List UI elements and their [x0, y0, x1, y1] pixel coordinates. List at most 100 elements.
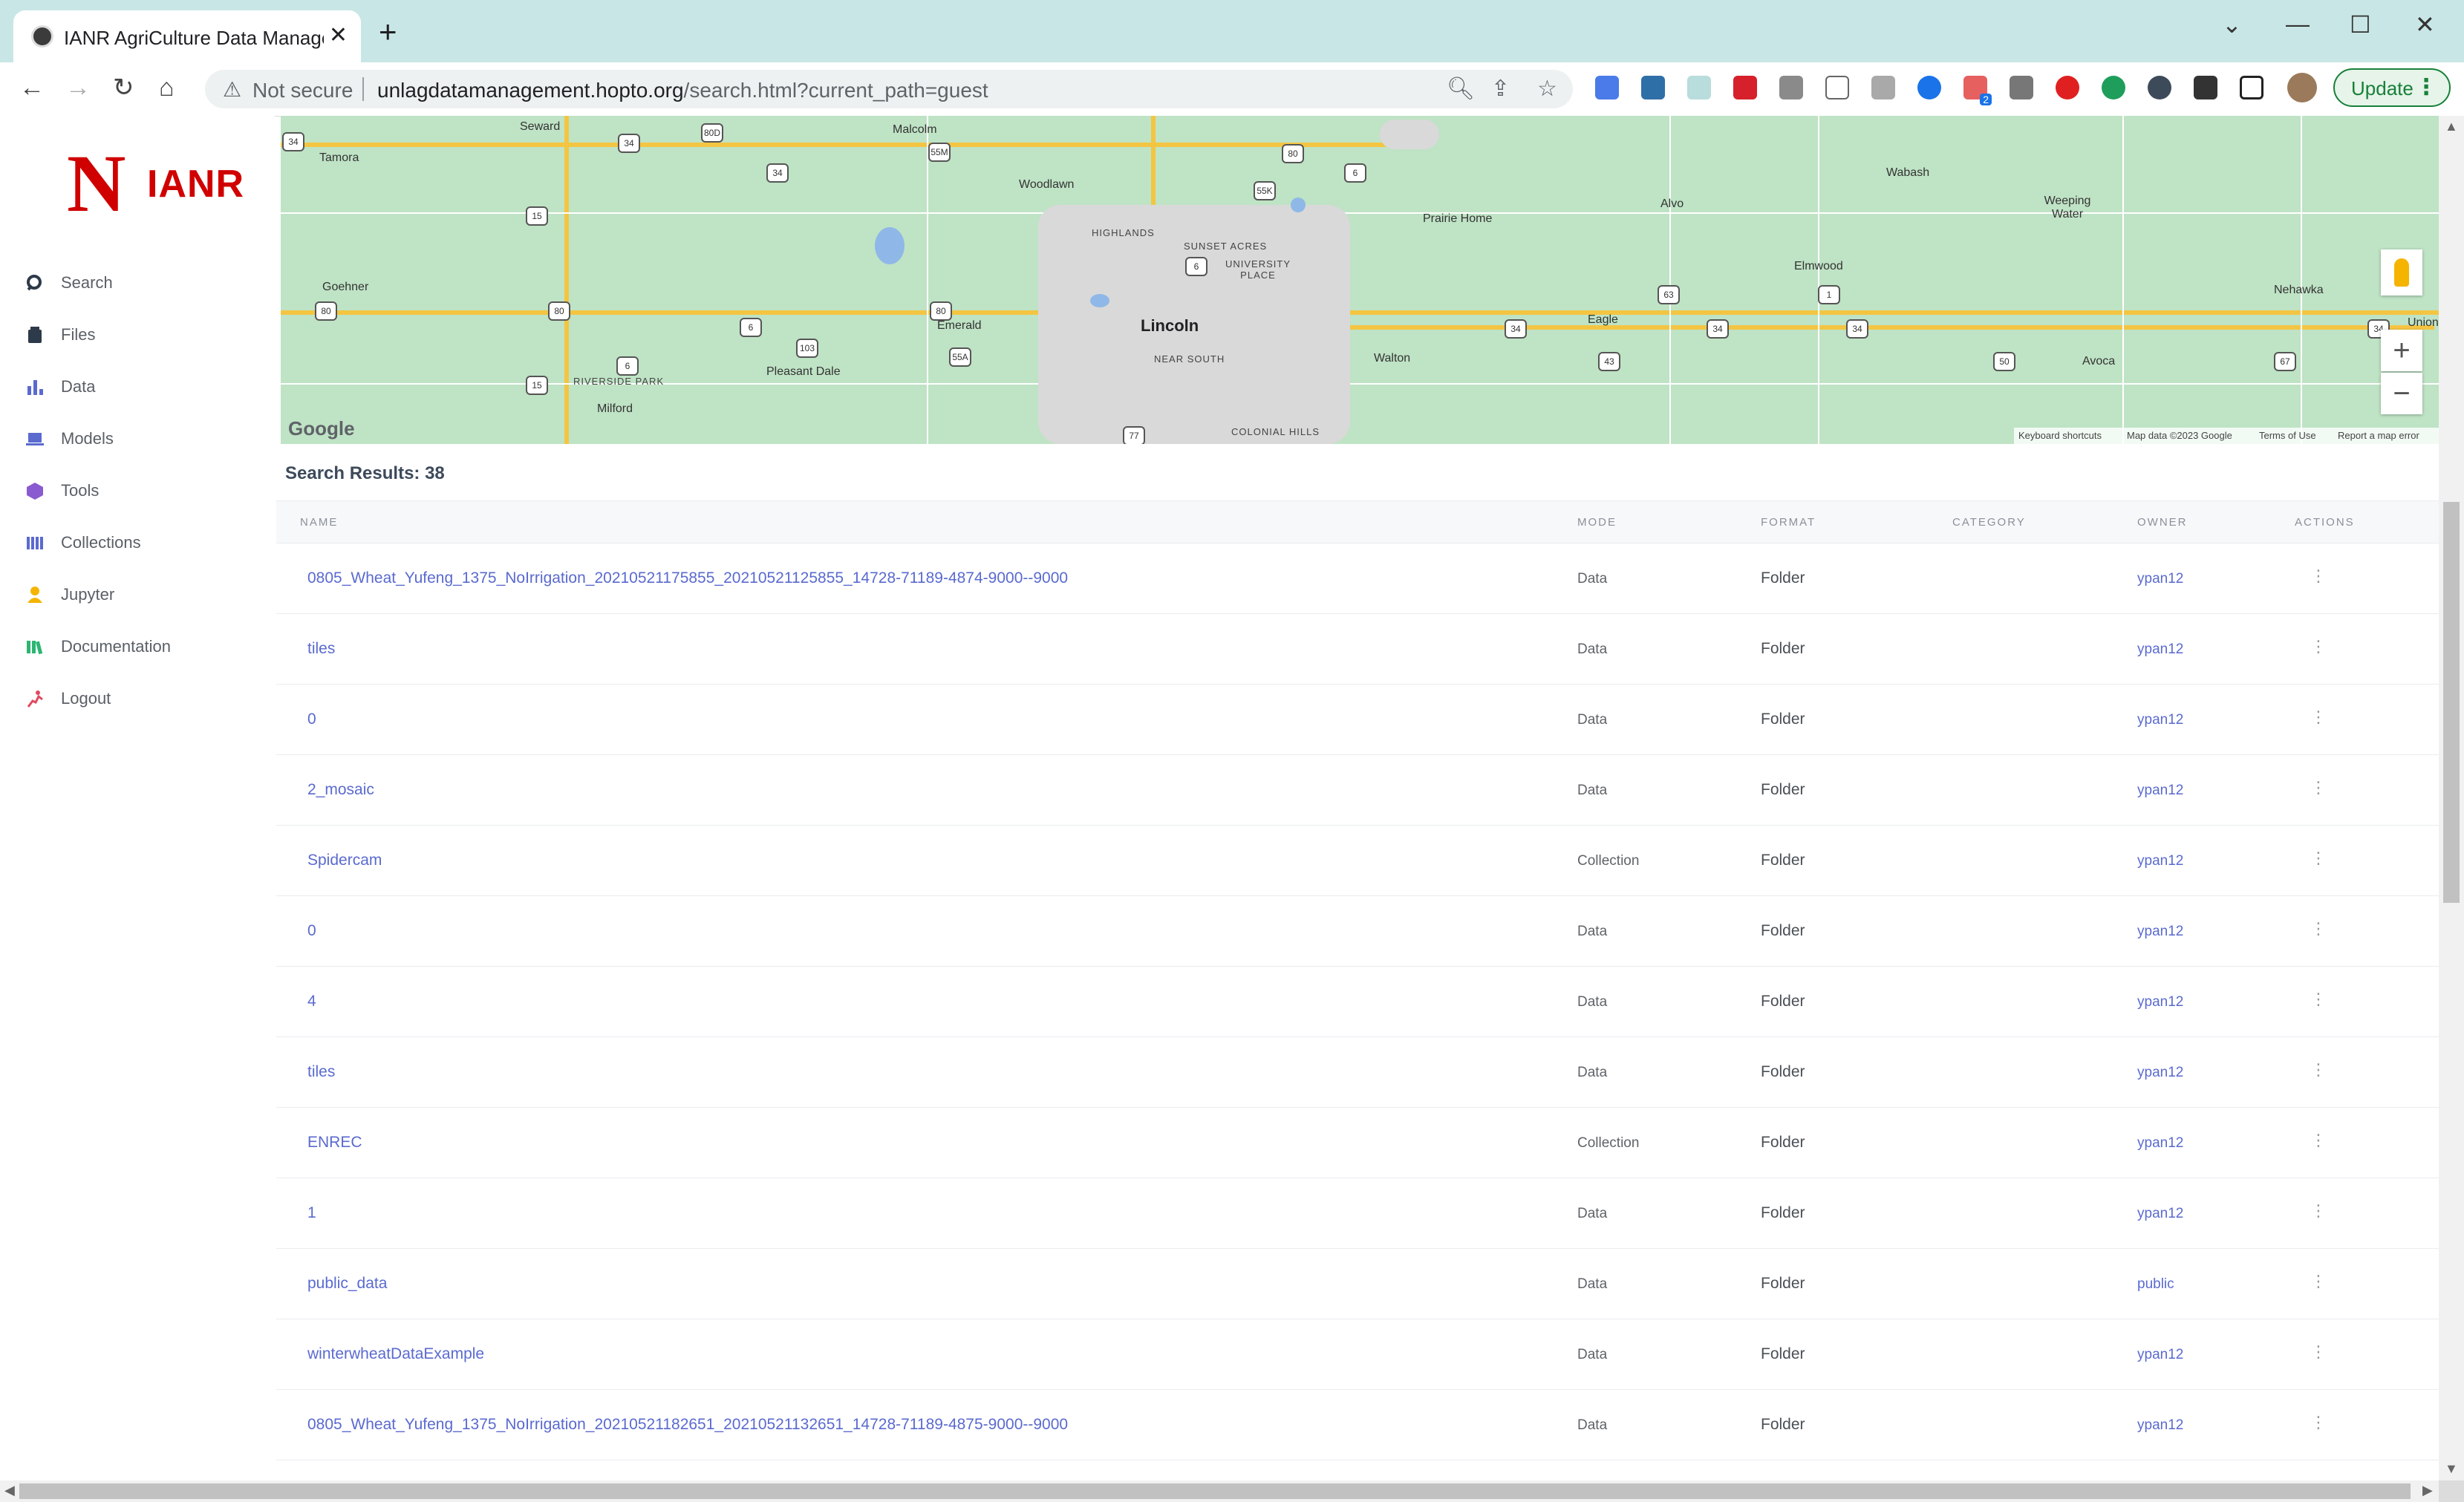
row-owner-link[interactable]: ypan12	[2137, 1135, 2183, 1152]
table-row[interactable]: ENREC Collection Folder ypan12 ⋮	[276, 1107, 2439, 1178]
table-row[interactable]: winterwheatDataExample Data Folder ypan12 ⋮	[276, 1319, 2439, 1390]
row-name-link[interactable]: 4	[307, 993, 316, 1010]
row-name-link[interactable]: public_data	[307, 1275, 387, 1293]
row-owner-link[interactable]: ypan12	[2137, 712, 2183, 728]
tab-search-chevron-icon[interactable]: ⌄	[2222, 10, 2242, 39]
camera-extension-icon[interactable]	[1779, 76, 1803, 99]
column-header-format[interactable]: FORMAT	[1761, 516, 1816, 529]
sidebar-item-tools[interactable]: Tools	[25, 472, 263, 509]
row-actions-kebab-icon[interactable]: ⋮	[2310, 1060, 2327, 1080]
column-header-name[interactable]: NAME	[300, 516, 338, 529]
row-name-link[interactable]: 1	[307, 1204, 316, 1222]
address-bar[interactable]: ⚠ Not secure unlagdatamanagement.hopto.o…	[205, 70, 1573, 108]
extension-4-icon[interactable]	[1733, 76, 1757, 99]
row-name-link[interactable]: 0	[307, 711, 316, 728]
url-text[interactable]: unlagdatamanagement.hopto.org/search.htm…	[377, 79, 988, 102]
row-owner-link[interactable]: ypan12	[2137, 783, 2183, 799]
table-row[interactable]: 0 Data Folder ypan12 ⋮	[276, 684, 2439, 755]
browser-tab[interactable]: IANR AgriCulture Data Managemen ✕	[13, 10, 361, 62]
sidebar-item-data[interactable]: Data	[25, 368, 263, 405]
profile-avatar[interactable]	[2287, 73, 2317, 102]
bookmark-star-icon[interactable]: ☆	[1537, 76, 1557, 102]
row-actions-kebab-icon[interactable]: ⋮	[2310, 990, 2327, 1009]
quote-extension-icon[interactable]	[2102, 76, 2125, 99]
row-owner-link[interactable]: ypan12	[2137, 571, 2183, 587]
row-owner-link[interactable]: public	[2137, 1276, 2174, 1293]
new-tab-button[interactable]: +	[379, 16, 397, 48]
row-name-link[interactable]: 0805_Wheat_Yufeng_1375_NoIrrigation_2021…	[307, 1416, 1068, 1434]
scroll-up-arrow-icon[interactable]: ▲	[2445, 119, 2458, 134]
row-name-link[interactable]: 2_mosaic	[307, 781, 374, 799]
table-row[interactable]: 0 Data Folder ypan12 ⋮	[276, 895, 2439, 967]
keyboard-shortcuts-link[interactable]: Keyboard shortcuts	[2018, 430, 2102, 441]
side-panel-icon[interactable]	[2240, 76, 2263, 99]
map-zoom-in-button[interactable]: +	[2381, 330, 2422, 371]
row-owner-link[interactable]: ypan12	[2137, 924, 2183, 940]
sidebar-item-files[interactable]: Files	[25, 316, 263, 353]
table-row[interactable]: tiles Data Folder ypan12 ⋮	[276, 1036, 2439, 1108]
sidebar-item-logout[interactable]: Logout	[25, 680, 263, 717]
row-owner-link[interactable]: ypan12	[2137, 1347, 2183, 1363]
extension-1-icon[interactable]	[1595, 76, 1619, 99]
home-icon[interactable]: ⌂	[159, 71, 175, 104]
ianr-logo-text[interactable]: IANR	[147, 162, 244, 206]
row-owner-link[interactable]: ypan12	[2137, 641, 2183, 658]
report-map-error-link[interactable]: Report a map error	[2338, 430, 2419, 441]
extension-3-icon[interactable]	[1687, 76, 1711, 99]
column-header-category[interactable]: CATEGORY	[1952, 516, 2026, 529]
nebraska-n-logo[interactable]: N	[67, 143, 126, 224]
sidebar-item-documentation[interactable]: Documentation	[25, 628, 263, 665]
close-window-icon[interactable]: ✕	[2415, 10, 2435, 39]
row-actions-kebab-icon[interactable]: ⋮	[2310, 1201, 2327, 1221]
sidebar-item-collections[interactable]: Collections	[25, 524, 263, 561]
column-header-mode[interactable]: MODE	[1577, 516, 1617, 529]
sidebar-item-jupyter[interactable]: Jupyter	[25, 576, 263, 613]
row-name-link[interactable]: ENREC	[307, 1134, 362, 1152]
adblock-extension-icon[interactable]	[2056, 76, 2079, 99]
not-secure-warning-icon[interactable]: ⚠	[223, 77, 241, 102]
puzzle-extensions-icon[interactable]	[2194, 76, 2217, 99]
row-actions-kebab-icon[interactable]: ⋮	[2310, 849, 2327, 868]
row-actions-kebab-icon[interactable]: ⋮	[2310, 1272, 2327, 1291]
map-zoom-out-button[interactable]: −	[2381, 373, 2422, 414]
sidebar-item-models[interactable]: Models	[25, 420, 263, 457]
extension-13-icon[interactable]	[2148, 76, 2171, 99]
scroll-right-arrow-icon[interactable]: ▶	[2422, 1483, 2433, 1498]
row-actions-kebab-icon[interactable]: ⋮	[2310, 778, 2327, 797]
table-row[interactable]: public_data Data Folder public ⋮	[276, 1248, 2439, 1319]
table-row[interactable]: Spidercam Collection Folder ypan12 ⋮	[276, 825, 2439, 896]
terms-of-use-link[interactable]: Terms of Use	[2259, 430, 2316, 441]
row-actions-kebab-icon[interactable]: ⋮	[2310, 1413, 2327, 1432]
maximize-window-icon[interactable]: ☐	[2350, 10, 2371, 39]
table-row[interactable]: 0805_Wheat_Yufeng_1375_NoIrrigation_2021…	[276, 543, 2439, 614]
row-name-link[interactable]: 0	[307, 922, 316, 940]
row-actions-kebab-icon[interactable]: ⋮	[2310, 566, 2327, 586]
tab-close-icon[interactable]: ✕	[329, 22, 348, 48]
row-actions-kebab-icon[interactable]: ⋮	[2310, 919, 2327, 938]
forward-arrow-icon[interactable]: →	[65, 71, 91, 104]
row-owner-link[interactable]: ypan12	[2137, 1065, 2183, 1081]
street-view-pegman-icon[interactable]	[2381, 249, 2422, 295]
vertical-scrollbar[interactable]: ▲ ▼	[2439, 116, 2464, 1480]
row-name-link[interactable]: Spidercam	[307, 852, 382, 869]
row-actions-kebab-icon[interactable]: ⋮	[2310, 708, 2327, 727]
column-header-owner[interactable]: OWNER	[2137, 516, 2188, 529]
horizontal-scroll-thumb[interactable]	[19, 1483, 2411, 1499]
sidebar-item-search[interactable]: Search	[25, 264, 263, 301]
extension-7-icon[interactable]	[1871, 76, 1895, 99]
extension-9-icon[interactable]: 2	[1963, 76, 1992, 105]
row-actions-kebab-icon[interactable]: ⋮	[2310, 637, 2327, 656]
reload-icon[interactable]: ↻	[113, 71, 134, 104]
share-icon[interactable]: ⇪	[1491, 76, 1510, 102]
scroll-down-arrow-icon[interactable]: ▼	[2445, 1461, 2458, 1477]
row-owner-link[interactable]: ypan12	[2137, 853, 2183, 869]
cursor-extension-icon[interactable]	[1825, 76, 1849, 99]
table-row[interactable]: 4 Data Folder ypan12 ⋮	[276, 966, 2439, 1037]
row-actions-kebab-icon[interactable]: ⋮	[2310, 1131, 2327, 1150]
table-row[interactable]: 0805_Wheat_Yufeng_1375_NoIrrigation_2021…	[276, 1389, 2439, 1460]
scroll-left-arrow-icon[interactable]: ◀	[4, 1483, 15, 1498]
table-row[interactable]: tiles Data Folder ypan12 ⋮	[276, 613, 2439, 685]
not-secure-label[interactable]: Not secure	[252, 79, 353, 102]
table-row[interactable]: 2_mosaic Data Folder ypan12 ⋮	[276, 754, 2439, 826]
horizontal-scrollbar[interactable]: ◀ ▶	[0, 1480, 2439, 1502]
